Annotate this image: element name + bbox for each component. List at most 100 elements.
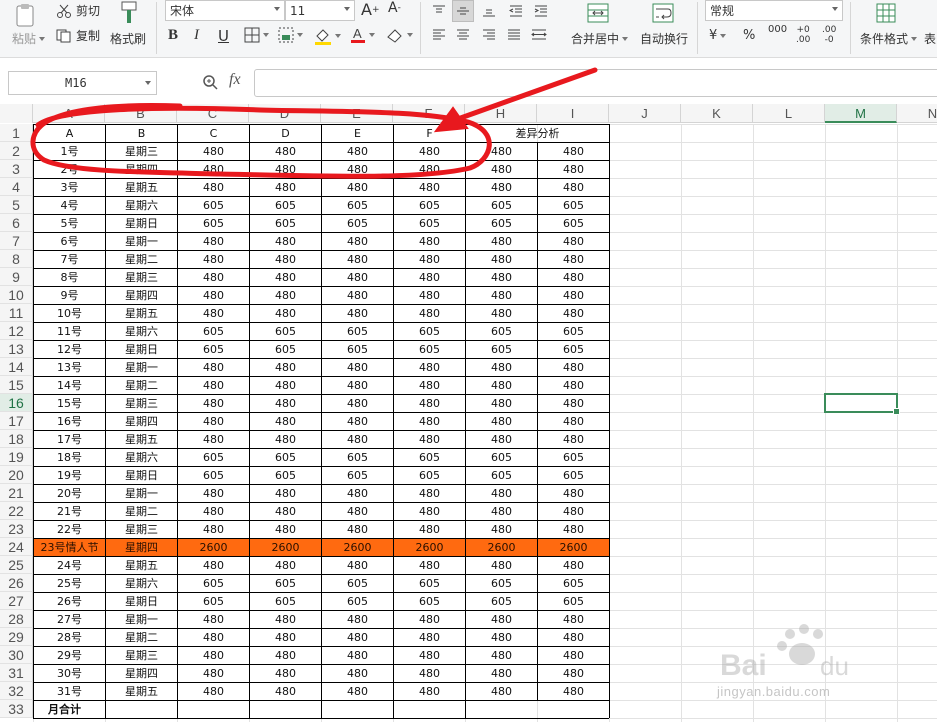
table-cell[interactable]: 480: [250, 485, 321, 502]
table-cell[interactable]: 605: [250, 341, 321, 358]
table-cell[interactable]: 月合计: [34, 701, 105, 718]
table-cell[interactable]: 星期六: [106, 197, 177, 214]
select-all-corner[interactable]: [0, 104, 33, 123]
row-header[interactable]: 33: [0, 700, 33, 718]
table-cell[interactable]: 480: [466, 629, 537, 646]
table-cell[interactable]: 605: [466, 593, 537, 610]
table-cell[interactable]: 480: [178, 305, 249, 322]
table-cell[interactable]: 480: [178, 665, 249, 682]
table-cell[interactable]: 480: [466, 377, 537, 394]
table-cell[interactable]: 星期四: [106, 161, 177, 178]
row-header[interactable]: 27: [0, 592, 33, 610]
underline-icon[interactable]: U: [218, 27, 229, 45]
table-cell[interactable]: 星期三: [106, 647, 177, 664]
table-cell[interactable]: 605: [394, 323, 465, 340]
row-header[interactable]: 18: [0, 430, 33, 448]
table-cell[interactable]: 605: [322, 467, 393, 484]
table-cell[interactable]: 星期五: [106, 179, 177, 196]
justify-icon[interactable]: [503, 24, 525, 46]
table-cell[interactable]: 480: [250, 431, 321, 448]
table-cell[interactable]: 605: [466, 341, 537, 358]
table-cell[interactable]: 605: [394, 575, 465, 592]
row-header[interactable]: 29: [0, 628, 33, 646]
eraser-icon[interactable]: [386, 27, 413, 43]
table-cell[interactable]: 480: [394, 143, 465, 160]
table-cell[interactable]: 480: [394, 665, 465, 682]
table-cell[interactable]: 480: [322, 629, 393, 646]
table-cell[interactable]: 480: [178, 161, 249, 178]
table-cell[interactable]: 星期四: [106, 287, 177, 304]
table-cell[interactable]: 605: [178, 197, 249, 214]
table-cell[interactable]: 605: [538, 215, 609, 232]
row-header[interactable]: 2: [0, 142, 33, 160]
row-header[interactable]: 6: [0, 214, 33, 232]
table-cell[interactable]: C: [178, 125, 249, 142]
column-header[interactable]: L: [753, 104, 825, 123]
table-cell[interactable]: 480: [178, 557, 249, 574]
distributed-icon[interactable]: [528, 24, 550, 46]
table-cell[interactable]: A: [34, 125, 105, 142]
increase-decimal-icon[interactable]: +0.00: [796, 25, 810, 45]
table-cell[interactable]: 星期三: [106, 269, 177, 286]
table-cell[interactable]: 480: [322, 161, 393, 178]
column-header[interactable]: C: [177, 104, 249, 123]
align-middle-icon[interactable]: [452, 0, 474, 22]
table-cell[interactable]: 605: [538, 449, 609, 466]
table-cell[interactable]: 480: [466, 431, 537, 448]
column-header[interactable]: D: [249, 104, 321, 123]
table-cell[interactable]: 480: [466, 251, 537, 268]
table-cell[interactable]: 480: [538, 413, 609, 430]
table-cell[interactable]: 605: [178, 593, 249, 610]
table-cell[interactable]: 480: [466, 287, 537, 304]
table-cell[interactable]: 605: [178, 449, 249, 466]
table-cell[interactable]: 480: [394, 557, 465, 574]
table-cell[interactable]: 480: [250, 395, 321, 412]
table-cell[interactable]: 480: [250, 413, 321, 430]
table-cell[interactable]: 605: [322, 197, 393, 214]
table-cell[interactable]: 12号: [34, 341, 105, 358]
table-cell[interactable]: 480: [178, 251, 249, 268]
table-cell[interactable]: 480: [394, 269, 465, 286]
table-cell[interactable]: 605: [322, 449, 393, 466]
row-header[interactable]: 1: [0, 124, 33, 142]
table-cell[interactable]: 星期二: [106, 503, 177, 520]
column-header[interactable]: F: [393, 104, 465, 123]
table-cell[interactable]: 26号: [34, 593, 105, 610]
table-cell[interactable]: 480: [538, 359, 609, 376]
table-cell[interactable]: 星期一: [106, 359, 177, 376]
font-color-icon[interactable]: A: [350, 26, 375, 44]
wrap-text-button[interactable]: 自动换行: [640, 30, 688, 47]
table-cell[interactable]: 480: [394, 521, 465, 538]
conditional-format-button[interactable]: 条件格式: [860, 30, 918, 47]
table-cell[interactable]: 480: [538, 251, 609, 268]
table-cell[interactable]: 480: [538, 287, 609, 304]
table-cell[interactable]: 2600: [250, 539, 321, 556]
table-cell[interactable]: 480: [250, 503, 321, 520]
thousands-icon[interactable]: 000: [768, 25, 787, 35]
table-cell[interactable]: 星期四: [106, 665, 177, 682]
selected-cell[interactable]: [824, 393, 900, 415]
row-header[interactable]: 9: [0, 268, 33, 286]
table-cell[interactable]: 480: [394, 179, 465, 196]
table-cell[interactable]: 480: [322, 611, 393, 628]
copy-button[interactable]: 复制: [56, 27, 100, 44]
table-cell[interactable]: 480: [250, 629, 321, 646]
table-cell[interactable]: 14号: [34, 377, 105, 394]
row-header[interactable]: 15: [0, 376, 33, 394]
decrease-decimal-icon[interactable]: .00 -0: [822, 25, 836, 45]
table-cell[interactable]: 2600: [394, 539, 465, 556]
table-cell[interactable]: E: [322, 125, 393, 142]
table-cell[interactable]: 23号情人节: [34, 539, 105, 556]
table-cell[interactable]: 605: [178, 215, 249, 232]
table-cell[interactable]: 605: [250, 575, 321, 592]
table-cell[interactable]: 480: [250, 305, 321, 322]
table-cell[interactable]: 480: [394, 485, 465, 502]
row-header[interactable]: 30: [0, 646, 33, 664]
table-cell[interactable]: 星期一: [106, 485, 177, 502]
table-cell[interactable]: 2600: [178, 539, 249, 556]
table-cell[interactable]: 5号: [34, 215, 105, 232]
cut-button[interactable]: 剪切: [56, 2, 100, 19]
row-header[interactable]: 16: [0, 394, 33, 412]
column-header[interactable]: N: [897, 104, 937, 123]
column-header[interactable]: J: [609, 104, 681, 123]
